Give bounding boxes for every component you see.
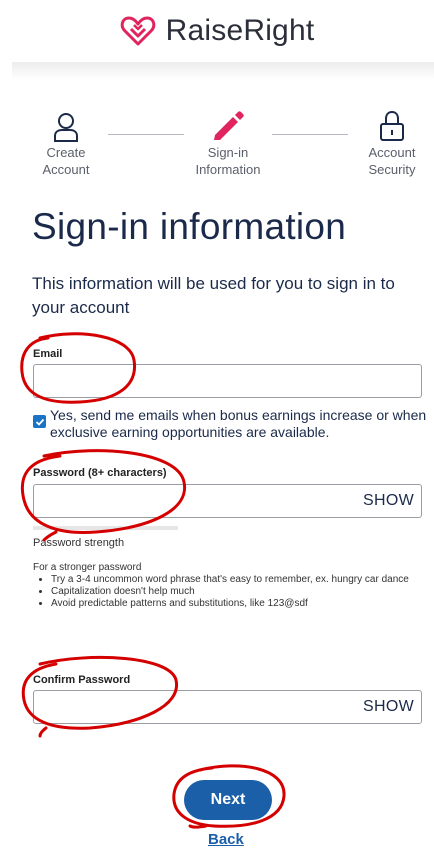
page-subtitle: This information will be used for you to…	[32, 274, 395, 317]
header-shadow	[12, 62, 434, 80]
list-item: Try a 3-4 uncommon word phrase that's ea…	[51, 574, 423, 586]
step-signin-information: Sign-in Information	[188, 104, 268, 178]
email-opt-in: Yes, send me emails when bonus earnings …	[33, 407, 428, 441]
checkmark-icon	[35, 418, 44, 426]
opt-in-checkbox[interactable]	[33, 415, 46, 428]
back-link[interactable]: Back	[208, 831, 244, 848]
confirm-password-field-wrapper: SHOW	[33, 690, 422, 725]
page-title: Sign-in information	[32, 206, 347, 247]
show-password-toggle[interactable]: SHOW	[363, 492, 414, 510]
step-connector	[272, 134, 348, 135]
raiseright-heart-icon	[120, 16, 155, 46]
brand-name: RaiseRight	[165, 14, 315, 47]
password-tips-list: Try a 3-4 uncommon word phrase that's ea…	[33, 574, 423, 610]
step-label: Account	[42, 162, 90, 177]
step-label: Sign-in	[207, 145, 249, 160]
list-item: Avoid predictable patterns and substitut…	[51, 598, 423, 610]
lock-icon	[380, 110, 404, 141]
user-icon	[54, 113, 78, 142]
step-connector	[108, 134, 184, 135]
logo: RaiseRight	[120, 14, 315, 48]
confirm-password-field[interactable]	[34, 691, 368, 725]
step-label: Information	[195, 162, 261, 177]
email-label: Email	[33, 348, 63, 360]
password-label: Password (8+ characters)	[33, 467, 167, 479]
progress-stepper: Create Account Sign-in Information Accou…	[0, 104, 434, 184]
confirm-password-label: Confirm Password	[33, 674, 131, 686]
password-tips-heading: For a stronger password	[33, 562, 142, 573]
step-account-security: Account Security	[352, 104, 432, 178]
pencil-icon	[214, 111, 244, 140]
header: RaiseRight	[0, 0, 434, 62]
step-label: Security	[368, 162, 416, 177]
step-label: Create	[46, 145, 86, 160]
next-button[interactable]: Next	[184, 780, 272, 820]
password-field-wrapper: SHOW	[33, 484, 422, 519]
step-label: Account	[368, 145, 416, 160]
step-create-account: Create Account	[26, 104, 106, 178]
list-item: Capitalization doesn't help much	[51, 586, 423, 598]
email-field[interactable]	[33, 364, 422, 398]
password-field[interactable]	[34, 485, 368, 519]
password-strength-meter	[33, 526, 178, 530]
opt-in-text: Yes, send me emails when bonus earnings …	[50, 407, 427, 440]
password-strength-label: Password strength	[33, 537, 125, 549]
show-confirm-password-toggle[interactable]: SHOW	[363, 698, 414, 716]
password-tips: For a stronger password Try a 3-4 uncomm…	[33, 562, 423, 610]
